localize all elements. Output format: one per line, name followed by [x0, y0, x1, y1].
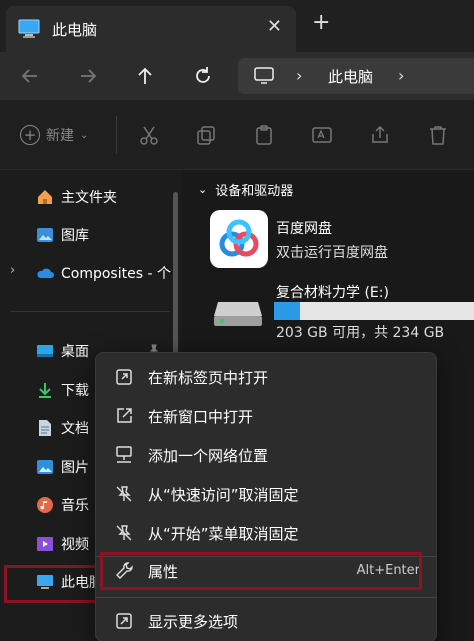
share-icon[interactable]	[369, 124, 391, 146]
disk-usage-fill	[274, 302, 300, 320]
plus-icon: +	[20, 125, 40, 145]
new-button-label: 新建	[46, 128, 74, 144]
document-icon	[39, 420, 51, 436]
sidebar-item-label: 图片	[61, 460, 89, 476]
unpin-start-icon	[116, 525, 132, 541]
hard-drive-icon[interactable]	[212, 298, 264, 328]
menu-item-label: 从“开始”菜单取消固定	[148, 525, 299, 543]
close-icon[interactable]: ✕	[267, 16, 282, 37]
app-subtitle: 双击运行百度网盘	[276, 245, 388, 261]
this-pc-icon	[18, 19, 40, 38]
sidebar-item-label: 桌面	[61, 344, 89, 360]
home-icon	[38, 190, 52, 204]
paste-icon[interactable]	[253, 124, 275, 146]
cloud-icon	[37, 268, 54, 278]
unpin-icon	[116, 486, 132, 502]
navigation-bar: › 此电脑 ›	[0, 52, 474, 100]
download-icon	[39, 383, 51, 398]
refresh-button[interactable]	[189, 62, 217, 90]
context-menu: 在新标签页中打开 在新窗口中打开 添加一个网络位置 从“快速访问”取消固定 从“…	[95, 352, 437, 641]
command-bar: + 新建 ⌄	[0, 100, 474, 170]
sidebar-item-label: 文档	[61, 421, 89, 437]
disk-name[interactable]: 复合材料力学 (E:)	[276, 282, 389, 302]
delete-icon[interactable]	[427, 124, 449, 146]
sidebar-item-onedrive[interactable]: › Composites - 个	[0, 256, 171, 290]
music-icon	[37, 497, 53, 513]
gallery-icon	[37, 228, 53, 242]
sidebar-item-label: 主文件夹	[61, 190, 117, 206]
open-new-window-icon	[117, 408, 132, 423]
sidebar-item-gallery[interactable]: 图库	[0, 218, 170, 252]
video-icon	[37, 537, 53, 551]
arrow-left-icon	[21, 69, 37, 83]
title-bar: 此电脑 ✕ +	[0, 0, 474, 52]
menu-item-add-network-location[interactable]: 添加一个网络位置	[102, 437, 430, 473]
cut-icon[interactable]	[138, 124, 160, 146]
menu-item-label: 添加一个网络位置	[148, 447, 269, 465]
refresh-icon	[196, 67, 210, 83]
baidu-netdisk-icon	[219, 219, 259, 257]
network-location-icon	[116, 446, 132, 463]
chevron-down-icon: ⌄	[80, 129, 89, 141]
app-name[interactable]: 百度网盘	[276, 218, 332, 238]
sidebar-item-label: Composites - 个	[61, 266, 171, 282]
menu-item-label: 从“快速访问”取消固定	[148, 486, 299, 504]
sidebar-item-label: 音乐	[61, 498, 89, 514]
breadcrumb-separator[interactable]: ›	[296, 66, 302, 85]
menu-divider	[96, 597, 436, 598]
section-header-devices[interactable]: ⌄ 设备和驱动器	[198, 180, 293, 199]
menu-item-open-new-window[interactable]: 在新窗口中打开	[102, 398, 430, 434]
tab-title: 此电脑	[52, 21, 98, 39]
chevron-down-icon: ⌄	[198, 183, 208, 196]
menu-item-label: 在新标签页中打开	[148, 369, 269, 387]
menu-item-unpin-quick-access[interactable]: 从“快速访问”取消固定	[102, 476, 430, 512]
sidebar-item-label: 视频	[61, 537, 89, 553]
address-bar[interactable]: › 此电脑 ›	[238, 58, 474, 94]
open-new-tab-icon	[116, 369, 132, 385]
sidebar-item-home[interactable]: 主文件夹	[0, 180, 170, 214]
up-button[interactable]	[131, 62, 159, 90]
disk-usage-bar	[274, 302, 474, 320]
tab-this-pc[interactable]: 此电脑 ✕	[6, 6, 296, 52]
copy-icon[interactable]	[195, 124, 217, 146]
forward-button[interactable]	[74, 62, 102, 90]
new-button[interactable]: + 新建 ⌄	[20, 122, 88, 148]
menu-item-unpin-start[interactable]: 从“开始”菜单取消固定	[102, 515, 430, 551]
arrow-up-icon	[138, 67, 152, 84]
menu-item-open-new-tab[interactable]: 在新标签页中打开	[102, 359, 430, 395]
toolbar-divider	[116, 116, 117, 154]
new-tab-button[interactable]: +	[312, 10, 330, 35]
breadcrumb-separator[interactable]: ›	[398, 66, 404, 85]
arrow-right-icon	[81, 69, 97, 83]
more-options-icon	[116, 613, 132, 629]
sidebar-item-label: 图库	[61, 228, 89, 244]
menu-item-label: 在新窗口中打开	[148, 408, 254, 426]
sidebar-item-label: 下载	[61, 383, 89, 399]
sidebar-divider	[10, 311, 170, 312]
menu-item-label: 显示更多选项	[148, 613, 239, 631]
section-title: 设备和驱动器	[215, 184, 294, 199]
rename-icon[interactable]	[311, 124, 333, 146]
baidu-netdisk-tile[interactable]	[210, 210, 268, 268]
desktop-icon	[37, 345, 53, 357]
pictures-icon	[37, 460, 53, 474]
breadcrumb-this-pc[interactable]: 此电脑	[328, 66, 373, 87]
disk-free-space: 203 GB 可用，共 234 GB	[276, 325, 445, 341]
monitor-icon	[254, 67, 274, 84]
chevron-right-icon[interactable]: ›	[10, 263, 15, 278]
annotation-box-properties	[100, 552, 422, 590]
menu-item-show-more-options[interactable]: 显示更多选项	[102, 603, 430, 639]
back-button[interactable]	[16, 62, 44, 90]
